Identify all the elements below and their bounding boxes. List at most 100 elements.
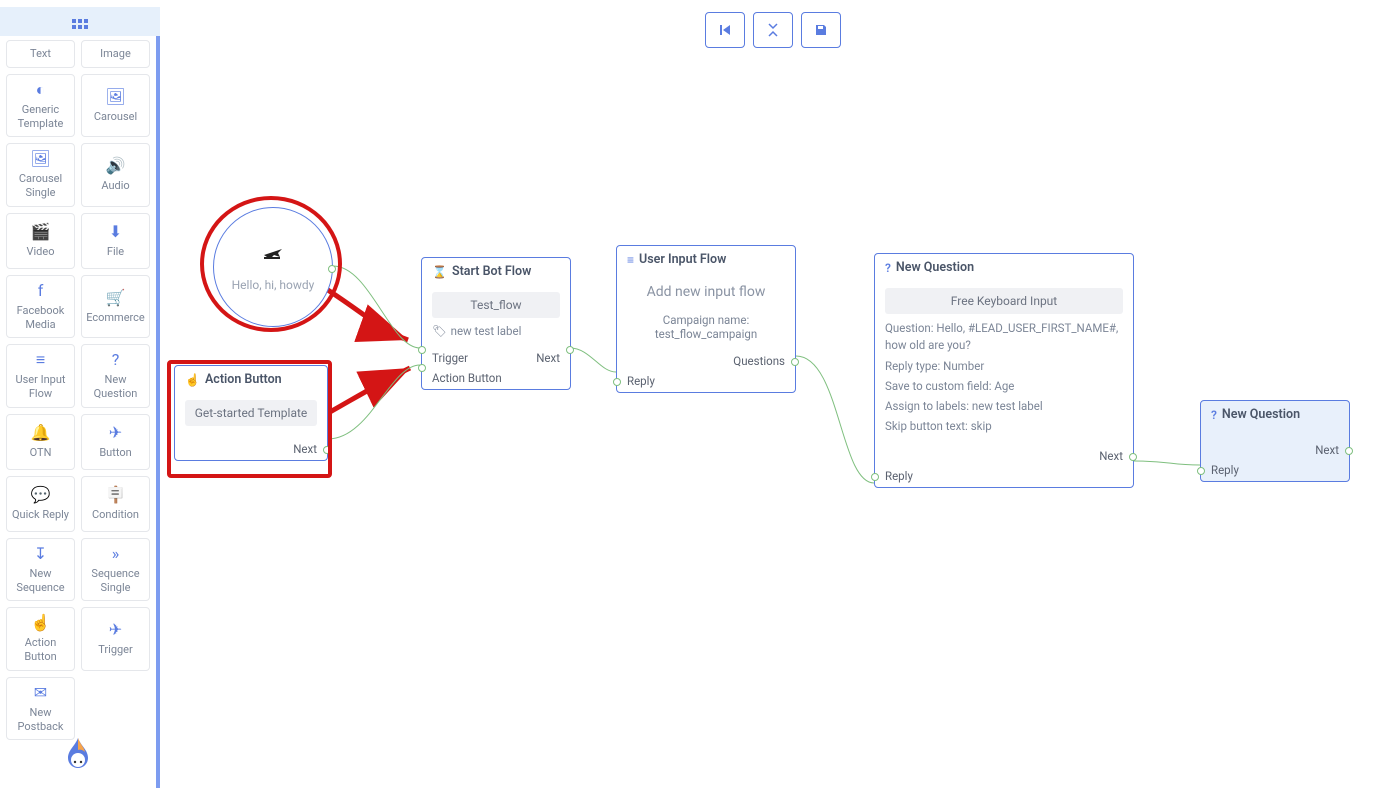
list-icon: ≡ <box>627 253 634 267</box>
next-port-label: Next <box>536 351 560 365</box>
reply-port-label: Reply <box>1211 463 1239 477</box>
add-input-text[interactable]: Add new input flow <box>627 278 785 310</box>
tool-quick-reply[interactable]: 💬Quick Reply <box>6 476 75 532</box>
port-next-out[interactable] <box>566 346 574 354</box>
tool-label: Carousel <box>94 110 137 124</box>
new-sequence-icon: ↧ <box>34 545 47 563</box>
action-button-node[interactable]: ☝ Action Button Get-started Template Nex… <box>174 365 328 461</box>
tool-action-button[interactable]: ☝ Action Button <box>6 607 75 671</box>
tool-button[interactable]: ✈Button <box>81 414 150 470</box>
new-question-node-2[interactable]: ? New Question Next Reply <box>1200 400 1350 482</box>
tool-user-input-flow[interactable]: ≡User Input Flow <box>6 344 75 408</box>
ecommerce-icon: 🛒 <box>106 289 126 307</box>
carousel-single-icon: 🖼 <box>30 150 50 168</box>
questions-port-label: Questions <box>733 354 785 368</box>
video-icon: 🎬 <box>31 223 51 241</box>
tool-trigger[interactable]: ✈ Trigger <box>81 607 150 671</box>
tool-sequence-single[interactable]: »Sequence Single <box>81 538 150 602</box>
next-port-label: Next <box>1315 443 1339 457</box>
flow-chip: Test_flow <box>432 292 560 318</box>
reply-port-label: Reply <box>627 374 655 388</box>
tool-new-postback[interactable]: ✉New Postback <box>6 677 75 741</box>
quick-reply-icon: 💬 <box>31 486 51 504</box>
tool-carousel-single[interactable]: 🖼Carousel Single <box>6 143 75 207</box>
collapse-button[interactable] <box>753 12 793 48</box>
port-reply-in[interactable] <box>871 473 879 481</box>
tool-label: OTN <box>30 446 52 460</box>
tool-label: Action Button <box>9 636 72 664</box>
reply-port-label: Reply <box>885 469 913 483</box>
trigger-node[interactable]: Hello, hi, howdy <box>213 207 333 327</box>
port-next-out[interactable] <box>1345 447 1353 455</box>
save-icon <box>814 23 828 37</box>
tool-label: New Question <box>84 373 147 401</box>
trigger-icon: ✈ <box>109 621 122 639</box>
skip-text: Skip button text: skip <box>885 418 1123 435</box>
campaign-label: Campaign name: test_flow_campaign <box>627 313 785 341</box>
port-questions-out[interactable] <box>791 358 799 366</box>
port-out[interactable] <box>323 446 331 454</box>
tool-new-sequence[interactable]: ↧ New Sequence <box>6 538 75 602</box>
tool-label: Ecommerce <box>86 311 145 325</box>
collapse-icon <box>766 23 780 37</box>
generic-template-icon: ◐ <box>36 81 46 99</box>
app-logo <box>64 738 92 778</box>
port-reply-in[interactable] <box>613 378 621 386</box>
node-title: Action Button <box>205 372 282 387</box>
start-bot-flow-node[interactable]: ⌛ Start Bot Flow Test_flow 🏷 new test lab… <box>421 257 571 390</box>
tool-label: File <box>107 245 124 259</box>
tool-audio[interactable]: 🔊 Audio <box>81 143 150 207</box>
question-icon: ? <box>885 261 891 275</box>
tool-label: Trigger <box>98 643 132 657</box>
template-chip: Get-started Template <box>185 400 317 426</box>
tool-condition[interactable]: 🪧 Condition <box>81 476 150 532</box>
tool-label: Facebook Media <box>9 304 72 332</box>
plane-icon <box>262 243 284 264</box>
port-trigger-in[interactable] <box>418 346 426 354</box>
user-input-flow-node[interactable]: ≡ User Input Flow Add new input flow Cam… <box>616 245 796 393</box>
node-title: Start Bot Flow <box>452 264 531 279</box>
input-type-chip: Free Keyboard Input <box>885 288 1123 314</box>
next-port-label: Next <box>1099 449 1123 463</box>
tag-icon: 🏷 <box>432 324 447 338</box>
next-label: Next <box>293 442 317 456</box>
port-action-in[interactable] <box>418 364 426 372</box>
tag-label: new test label <box>451 324 522 338</box>
tool-label: Text <box>30 47 51 61</box>
assign-labels: Assign to labels: new test label <box>885 398 1123 415</box>
action-port-label: Action Button <box>432 371 502 385</box>
tool-label: Condition <box>92 508 139 522</box>
facebook-media-icon: f <box>38 282 44 300</box>
question-text: Question: Hello, #LEAD_USER_FIRST_NAME#,… <box>885 320 1123 355</box>
flow-canvas[interactable]: Hello, hi, howdy ☝ Action Button Get-sta… <box>160 50 1385 788</box>
tool-palette: ☷Text🖼Image◐Generic Template🖼Carousel🖼Ca… <box>0 36 160 788</box>
tool-label: New Sequence <box>9 567 72 595</box>
new-question-node-1[interactable]: ? New Question Free Keyboard Input Quest… <box>874 253 1134 488</box>
tool-file[interactable]: ⬇File <box>81 213 150 269</box>
tool-generic-template[interactable]: ◐ Generic Template <box>6 74 75 138</box>
tool-image[interactable]: 🖼Image <box>81 40 150 68</box>
tool-label: Generic Template <box>9 103 72 131</box>
tool-label: Video <box>27 245 55 259</box>
condition-icon: 🪧 <box>106 486 126 504</box>
new-question-icon: ? <box>112 351 120 369</box>
tool-facebook-media[interactable]: f Facebook Media <box>6 275 75 339</box>
port-reply-in[interactable] <box>1197 467 1205 475</box>
tool-ecommerce[interactable]: 🛒 Ecommerce <box>81 275 150 339</box>
tool-text[interactable]: ☷Text <box>6 40 75 68</box>
audio-icon: 🔊 <box>106 157 126 175</box>
tool-label: Image <box>100 47 131 61</box>
tool-otn[interactable]: 🔔OTN <box>6 414 75 470</box>
tool-new-question[interactable]: ? New Question <box>81 344 150 408</box>
port-next-out[interactable] <box>1129 453 1137 461</box>
port-out[interactable] <box>328 265 336 273</box>
tool-carousel[interactable]: 🖼 Carousel <box>81 74 150 138</box>
tool-label: Audio <box>101 179 129 193</box>
tool-video[interactable]: 🎬 Video <box>6 213 75 269</box>
save-button[interactable] <box>801 12 841 48</box>
action-button-icon: ☝ <box>31 614 51 632</box>
carousel-icon: 🖼 <box>105 88 125 106</box>
hourglass-icon: ⌛ <box>432 265 447 279</box>
sequence-single-icon: » <box>112 545 120 563</box>
rewind-button[interactable] <box>705 12 745 48</box>
